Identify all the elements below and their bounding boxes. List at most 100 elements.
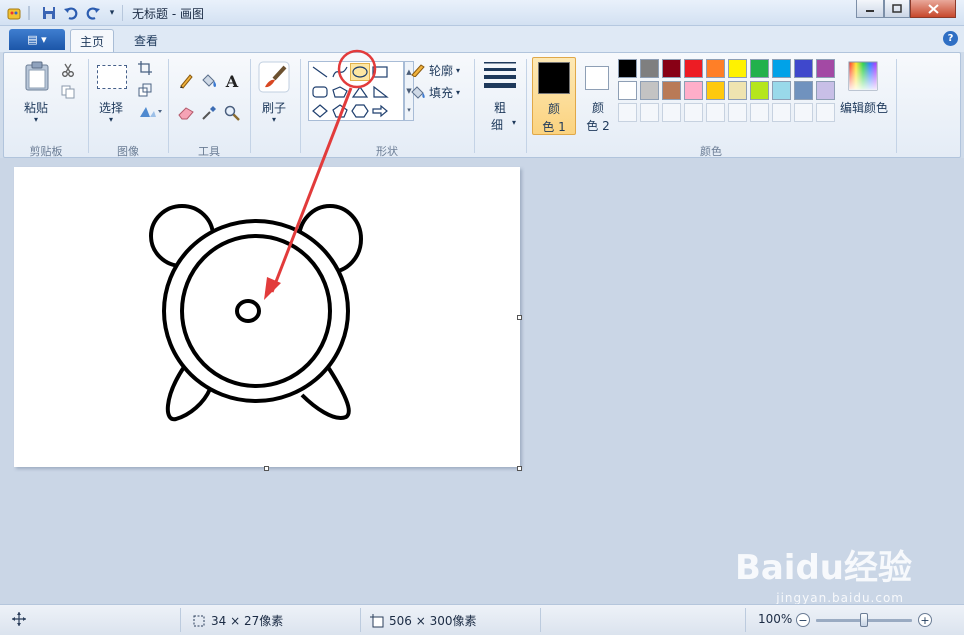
crop-icon[interactable]	[136, 59, 154, 77]
palette-swatch[interactable]	[640, 59, 659, 78]
resize-handle-right[interactable]	[517, 315, 522, 320]
canvas-size-text: 506 × 300像素	[389, 614, 477, 628]
palette-swatch[interactable]	[750, 81, 769, 100]
undo-icon[interactable]	[62, 4, 80, 22]
resize-icon[interactable]	[136, 81, 154, 99]
palette-swatch[interactable]	[794, 59, 813, 78]
triangle-shape-icon[interactable]	[350, 83, 370, 101]
palette-swatch[interactable]	[618, 59, 637, 78]
palette-swatch[interactable]	[706, 81, 725, 100]
canvas-size-indicator: 506 × 300像素	[370, 612, 477, 629]
outline-button[interactable]: 轮廓 ▾	[410, 61, 472, 79]
custom-color-slot[interactable]	[728, 103, 747, 122]
oval-shape-icon[interactable]	[350, 63, 370, 81]
custom-color-slot[interactable]	[684, 103, 703, 122]
text-tool-icon[interactable]: A	[222, 71, 242, 91]
copy-icon[interactable]	[59, 83, 77, 101]
save-icon[interactable]	[40, 4, 58, 22]
expand-gallery-icon[interactable]: ▾	[407, 106, 411, 114]
line-width-icon	[484, 62, 516, 88]
color1-label-bottom: 色 1	[542, 120, 566, 134]
palette-swatch[interactable]	[816, 59, 835, 78]
eraser-icon[interactable]	[176, 103, 196, 123]
drawing-canvas[interactable]	[14, 167, 520, 467]
palette-swatch[interactable]	[706, 59, 725, 78]
rounded-rectangle-shape-icon[interactable]	[310, 83, 330, 101]
right-triangle-shape-icon[interactable]	[370, 83, 390, 101]
zoom-slider[interactable]	[816, 613, 912, 627]
outline-dropdown-icon: ▾	[456, 65, 461, 75]
resize-handle-corner[interactable]	[517, 466, 522, 471]
custom-color-slot[interactable]	[750, 103, 769, 122]
palette-swatch[interactable]	[728, 59, 747, 78]
palette-swatch[interactable]	[618, 81, 637, 100]
line-shape-icon[interactable]	[310, 63, 330, 81]
status-separator	[745, 608, 746, 632]
select-button[interactable]: 选择 ▾	[92, 57, 130, 129]
palette-swatch[interactable]	[816, 81, 835, 100]
rotate-icon[interactable]	[136, 103, 164, 121]
resize-handle-bottom[interactable]	[264, 466, 269, 471]
group-separator	[526, 59, 527, 153]
edit-colors-button[interactable]: 编辑颜色	[836, 59, 892, 131]
paste-dropdown-icon[interactable]: ▾	[16, 115, 56, 124]
cut-icon[interactable]	[59, 61, 77, 79]
palette-swatch[interactable]	[662, 81, 681, 100]
custom-color-slot[interactable]	[794, 103, 813, 122]
diamond-shape-icon[interactable]	[310, 102, 330, 120]
selection-size-text: 34 × 27像素	[211, 614, 284, 628]
polygon-shape-icon[interactable]	[330, 83, 350, 101]
custom-color-slot[interactable]	[618, 103, 637, 122]
zoom-out-button[interactable]: −	[796, 613, 810, 627]
pencil-icon[interactable]	[176, 71, 196, 91]
palette-swatch[interactable]	[728, 81, 747, 100]
color2-button[interactable]: 颜 色 2	[576, 57, 620, 135]
palette-swatch[interactable]	[772, 81, 791, 100]
fill-icon[interactable]	[199, 71, 219, 91]
palette-swatch[interactable]	[794, 81, 813, 100]
image-group-label: 图像	[117, 145, 139, 158]
palette-swatch[interactable]	[750, 59, 769, 78]
zoom-slider-thumb[interactable]	[860, 613, 868, 627]
help-icon[interactable]: ?	[943, 31, 958, 46]
customize-icon[interactable]: ▾	[106, 4, 118, 22]
file-menu-button[interactable]: ▤ ▾	[9, 29, 65, 50]
work-area	[0, 158, 964, 604]
custom-color-slot[interactable]	[772, 103, 791, 122]
select-dropdown-icon[interactable]: ▾	[92, 115, 130, 124]
redo-icon[interactable]	[84, 4, 102, 22]
brushes-button[interactable]: 刷子 ▾	[256, 57, 292, 129]
brushes-dropdown-icon[interactable]: ▾	[256, 115, 292, 124]
hexagon-shape-icon[interactable]	[350, 102, 370, 120]
edit-colors-icon	[848, 61, 878, 91]
zoom-out-label: −	[798, 613, 808, 627]
palette-swatch[interactable]	[772, 59, 791, 78]
arrow-shape-icon[interactable]	[370, 102, 390, 120]
tab-home[interactable]: 主页	[70, 29, 114, 52]
custom-color-slot[interactable]	[706, 103, 725, 122]
size-button[interactable]: 粗 细 ▾	[480, 59, 520, 132]
custom-color-slot[interactable]	[640, 103, 659, 122]
color1-button[interactable]: 颜 色 1	[532, 57, 576, 135]
rectangle-shape-icon[interactable]	[370, 63, 390, 81]
curve-shape-icon[interactable]	[330, 63, 350, 81]
zoom-in-button[interactable]: +	[918, 613, 932, 627]
maximize-button[interactable]	[884, 0, 910, 18]
minimize-button[interactable]	[856, 0, 884, 18]
palette-swatch[interactable]	[662, 59, 681, 78]
fill-shape-icon	[411, 86, 425, 99]
close-button[interactable]	[910, 0, 956, 18]
paste-button[interactable]: 粘贴 ▾	[16, 57, 56, 129]
magnifier-icon[interactable]	[222, 103, 242, 123]
status-separator	[360, 608, 361, 632]
color-picker-icon[interactable]	[199, 103, 219, 123]
custom-color-slot[interactable]	[662, 103, 681, 122]
pentagon-shape-icon[interactable]	[330, 102, 350, 120]
paint-app-icon[interactable]	[6, 4, 24, 22]
palette-swatch[interactable]	[684, 59, 703, 78]
title-bar: ▾ 无标题 - 画图	[0, 0, 964, 26]
palette-swatch[interactable]	[684, 81, 703, 100]
palette-swatch[interactable]	[640, 81, 659, 100]
fill-button[interactable]: 填充 ▾	[410, 83, 472, 101]
tab-view[interactable]: 查看	[124, 29, 168, 52]
